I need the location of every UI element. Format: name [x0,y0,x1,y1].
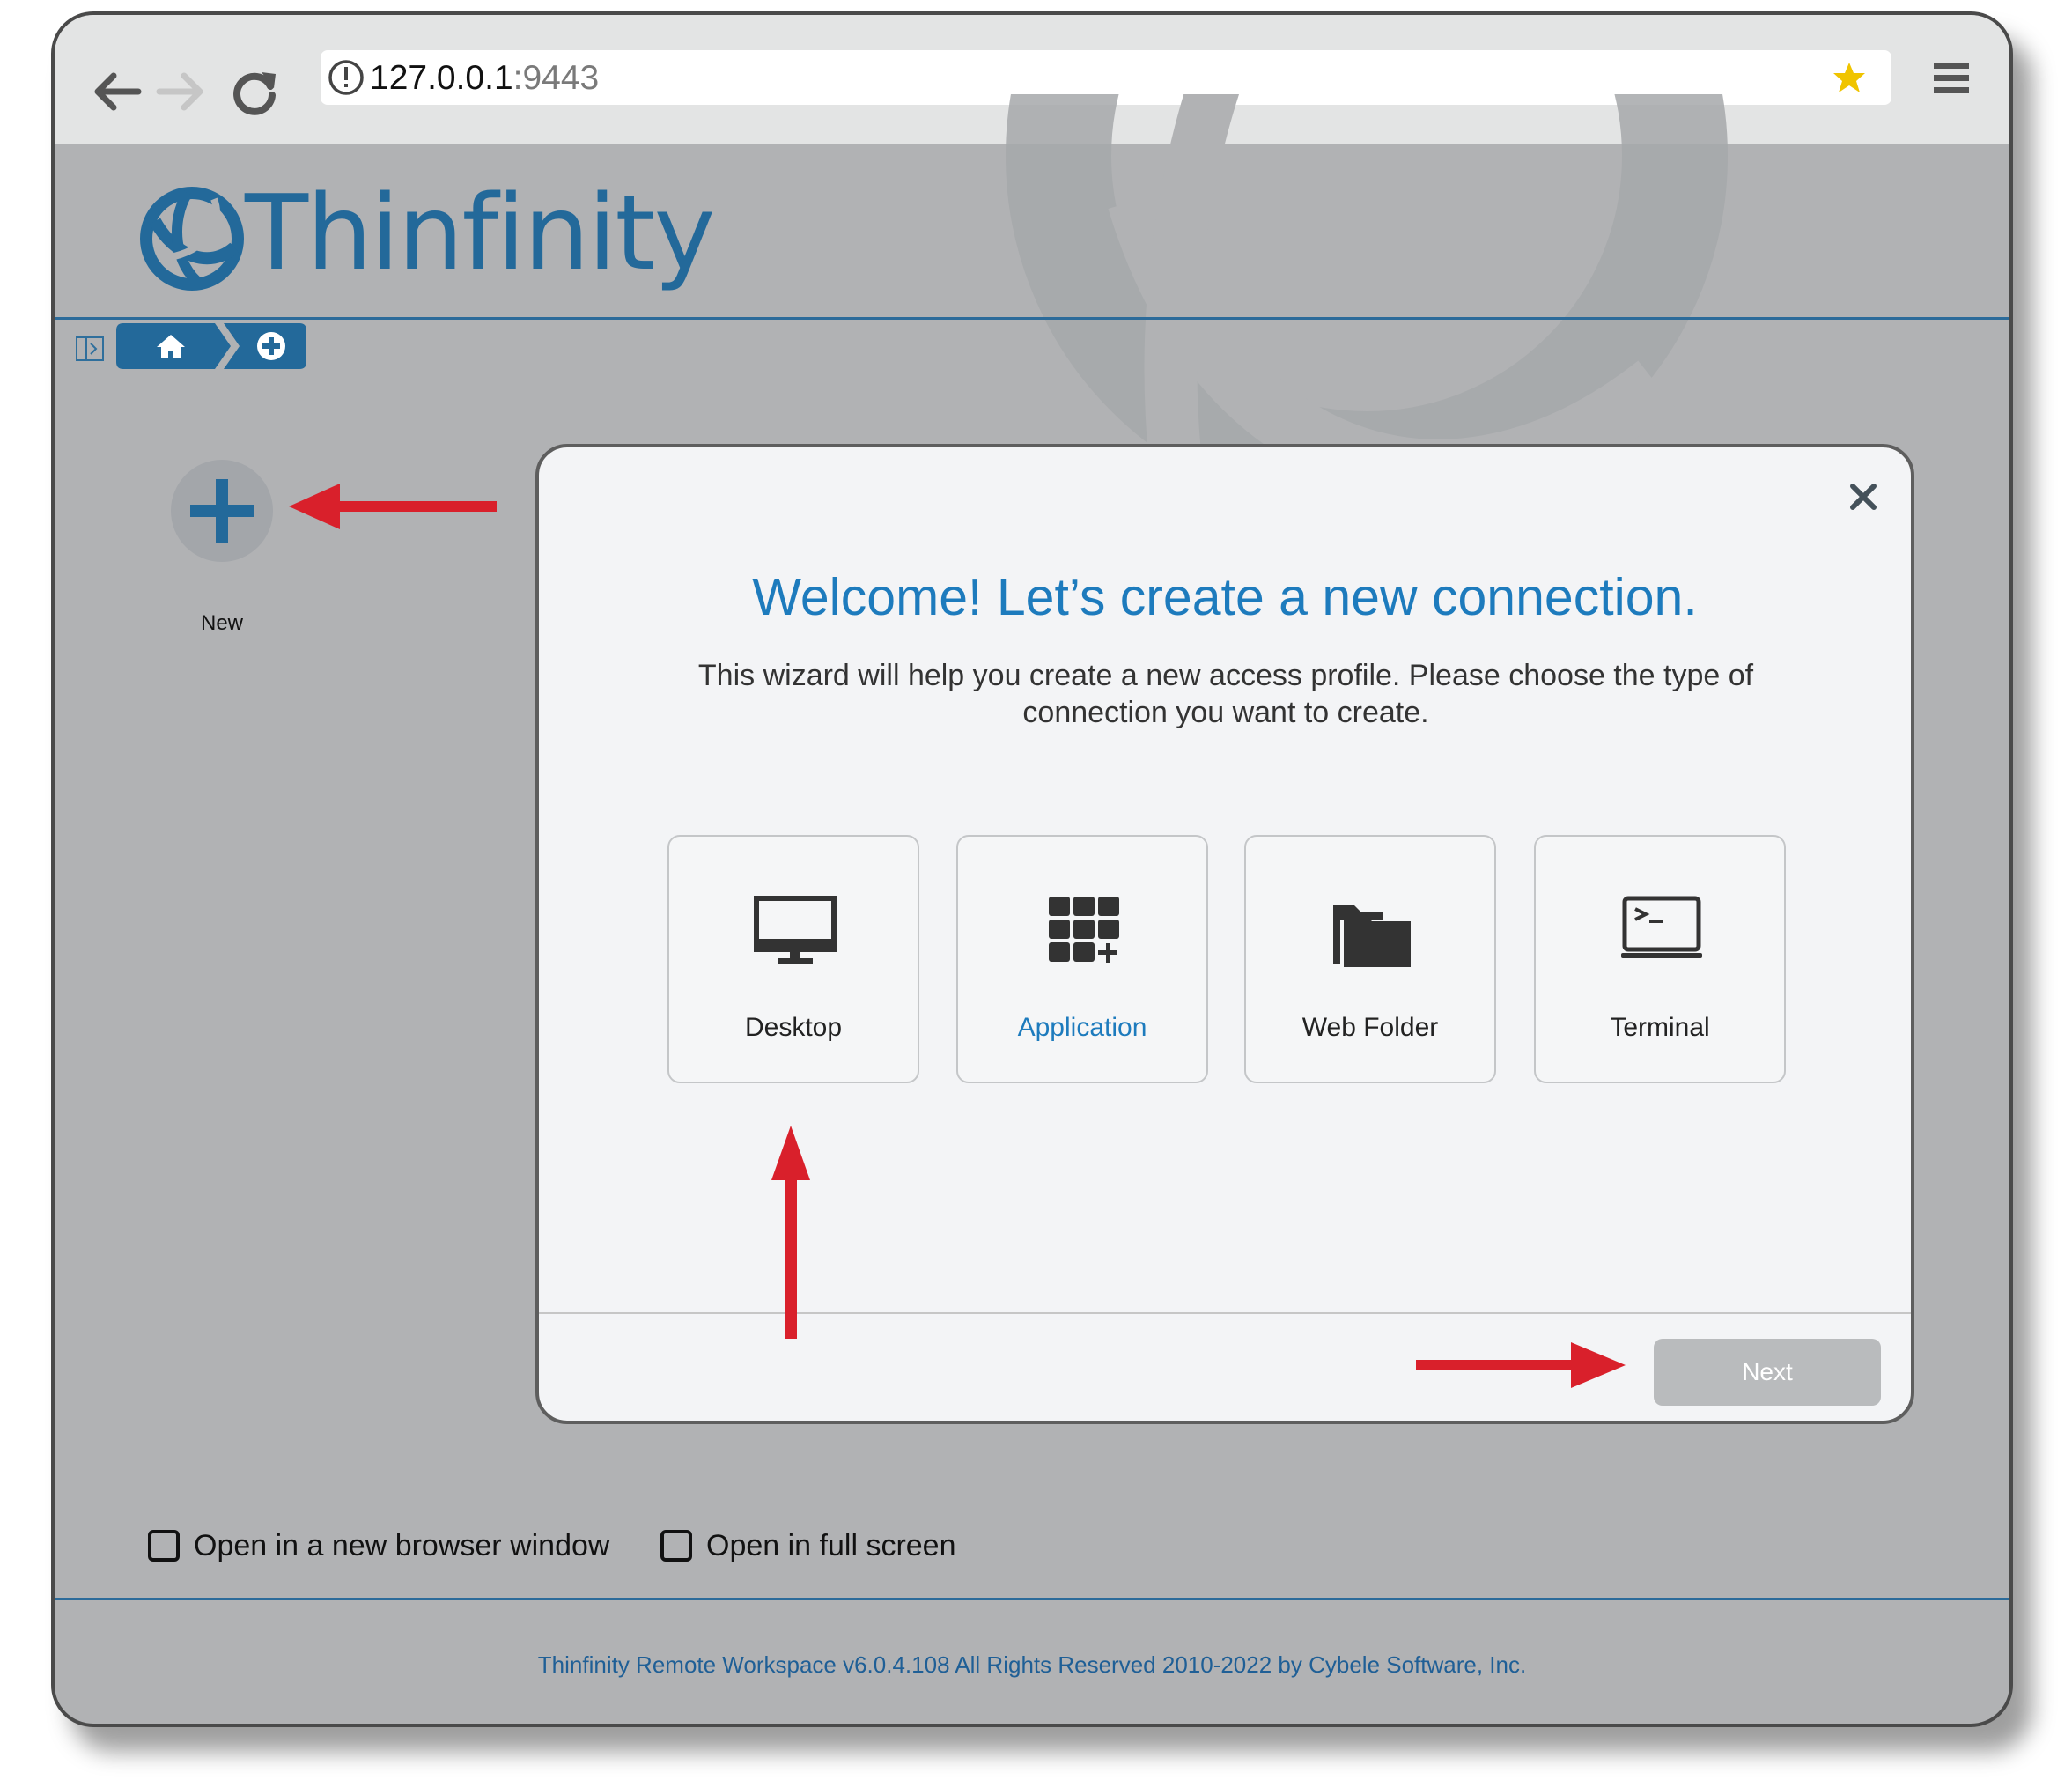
option-terminal[interactable]: Terminal [1534,835,1786,1083]
breadcrumb [116,323,306,369]
new-connection-tile[interactable]: New [169,460,275,636]
browser-menu-button[interactable] [1930,59,1972,98]
wizard-title: Welcome! Let’s create a new connection. [752,568,1698,626]
app-grid-icon [1049,897,1119,963]
plus-circle-icon[interactable] [255,330,287,362]
open-full-screen-checkbox[interactable] [660,1530,692,1562]
brand-name: Thinfinity [245,172,715,293]
footer-divider [55,1598,2009,1600]
footer-copyright: Thinfinity Remote Workspace v6.0.4.108 A… [537,1651,1527,1678]
hamburger-menu-icon [1934,63,1969,93]
browser-window: 127.0.0.1:9443 Thinfinity New Welcome! L… [51,11,2013,1727]
option-application[interactable]: Application [956,835,1208,1083]
sidebar-toggle-button[interactable] [76,336,104,361]
option-web-folder[interactable]: Web Folder [1244,835,1496,1083]
annotation-arrow-left [289,484,497,529]
bookmark-star-icon[interactable] [1832,60,1867,95]
arrow-left-icon [94,72,142,111]
arrow-right-icon [156,72,203,111]
brand-logo: Thinfinity [139,172,715,295]
wizard-description: This wizard will help you create a new a… [697,659,1754,729]
thinfinity-logo-icon [140,187,244,291]
option-desktop-label: Desktop [744,1013,843,1042]
open-full-screen-label: Open in full screen [706,1528,956,1562]
reload-button[interactable] [224,55,285,129]
new-connection-label: New [200,611,243,635]
open-full-screen-option[interactable]: Open in full screen [660,1521,956,1570]
info-icon[interactable] [326,57,366,98]
panel-expand-icon [85,338,98,359]
open-new-window-option[interactable]: Open in a new browser window [148,1521,609,1570]
reload-icon [233,72,276,115]
annotation-arrow-right [1416,1342,1626,1388]
annotation-arrow-up [771,1126,810,1339]
back-button[interactable] [85,55,146,129]
terminal-icon [1621,896,1702,958]
wizard-footer-divider [539,1312,1911,1314]
home-icon[interactable] [155,332,187,360]
new-connection-wizard-dialog: Welcome! Let’s create a new connection. … [535,444,1914,1424]
forward-button[interactable] [151,55,213,129]
folder-icon [1333,905,1411,967]
url-host: 127.0.0.1 [370,59,513,97]
open-new-window-checkbox[interactable] [148,1530,180,1562]
url-port: :9443 [512,59,600,97]
option-application-label: Application [1017,1013,1147,1042]
url-text: 127.0.0.1:9443 [370,59,599,98]
open-new-window-label: Open in a new browser window [194,1528,610,1562]
new-connection-button[interactable] [171,460,273,562]
option-web-folder-label: Web Folder [1301,1013,1439,1042]
next-button[interactable]: Next [1654,1339,1881,1406]
plus-icon [190,479,254,543]
header-divider [55,317,2009,320]
monitor-icon [754,896,837,964]
option-desktop[interactable]: Desktop [667,835,919,1083]
option-terminal-label: Terminal [1610,1013,1710,1042]
close-icon[interactable] [1844,477,1883,516]
